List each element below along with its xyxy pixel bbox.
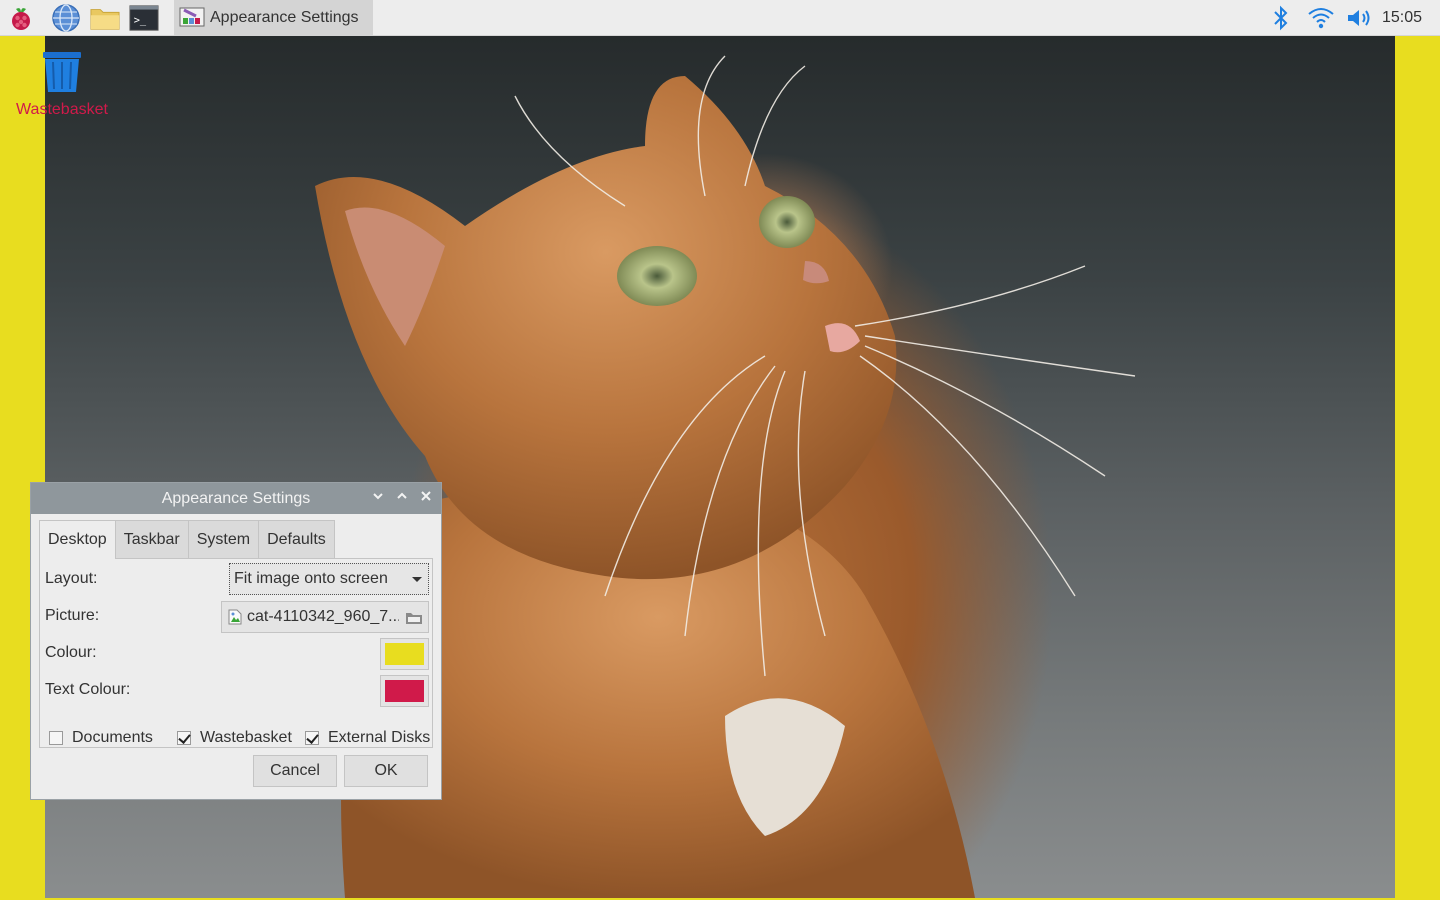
web-browser-icon[interactable]	[51, 3, 81, 33]
text-colour-picker-button[interactable]	[380, 675, 429, 707]
external-disks-checkbox-label: External Disks	[328, 729, 431, 746]
clock[interactable]: 15:05	[1382, 0, 1422, 36]
text-colour-label: Text Colour:	[45, 681, 131, 698]
colour-label: Colour:	[45, 644, 97, 661]
appearance-settings-dialog: Appearance Settings Desktop Taskbar Syst…	[30, 482, 442, 800]
ok-button[interactable]: OK	[344, 755, 428, 787]
tab-taskbar[interactable]: Taskbar	[114, 520, 189, 558]
picture-label: Picture:	[45, 607, 100, 624]
appearance-settings-icon	[179, 7, 205, 27]
desktop-icon-label: Wastebasket	[16, 101, 108, 118]
taskbar-window-title: Appearance Settings	[210, 9, 359, 26]
wastebasket-checkbox[interactable]: Wastebasket	[177, 729, 292, 747]
text-colour-swatch	[385, 680, 424, 702]
file-manager-icon[interactable]	[90, 3, 120, 33]
picture-file-name: cat-4110342_960_7...	[247, 608, 399, 625]
wastebasket-checkbox-label: Wastebasket	[200, 729, 292, 746]
external-disks-checkbox[interactable]: External Disks	[305, 729, 430, 747]
tab-defaults[interactable]: Defaults	[258, 520, 335, 558]
chevron-up-icon	[397, 492, 407, 499]
minimize-button[interactable]	[369, 489, 387, 507]
maximize-button[interactable]	[393, 489, 411, 507]
terminal-icon[interactable]: >_	[129, 3, 159, 33]
tab-desktop[interactable]: Desktop	[39, 520, 116, 559]
picture-file-chooser[interactable]: cat-4110342_960_7...	[221, 601, 429, 633]
colour-swatch	[385, 643, 424, 665]
settings-tabs: Desktop Taskbar System Defaults	[39, 520, 335, 559]
documents-checkbox-label: Documents	[72, 729, 153, 746]
volume-icon[interactable]	[1344, 0, 1376, 36]
documents-checkbox[interactable]: Documents	[49, 729, 153, 747]
wifi-icon[interactable]	[1305, 0, 1337, 36]
desktop-tab-panel: Layout: Fit image onto screen Picture: c…	[39, 558, 433, 748]
dialog-titlebar[interactable]: Appearance Settings	[31, 483, 441, 514]
bluetooth-icon[interactable]	[1268, 0, 1294, 36]
close-icon	[421, 491, 431, 501]
checkbox-box[interactable]	[305, 731, 319, 745]
checkbox-box[interactable]	[49, 731, 63, 745]
raspberry-menu-icon[interactable]	[6, 3, 36, 33]
terminal-prompt-glyph: >_	[134, 15, 147, 27]
close-button[interactable]	[417, 489, 435, 507]
folder-open-icon	[406, 613, 422, 624]
taskbar-window-button[interactable]: Appearance Settings	[174, 0, 373, 36]
dropdown-arrow-icon	[412, 577, 422, 582]
layout-dropdown-value: Fit image onto screen	[234, 570, 388, 587]
image-file-icon	[228, 609, 242, 625]
colour-picker-button[interactable]	[380, 638, 429, 670]
desktop-icon-wastebasket[interactable]: Wastebasket	[14, 50, 110, 119]
cancel-button[interactable]: Cancel	[253, 755, 337, 787]
tab-system[interactable]: System	[187, 520, 260, 558]
chevron-down-icon	[373, 493, 383, 500]
layout-dropdown[interactable]: Fit image onto screen	[229, 563, 429, 595]
layout-label: Layout:	[45, 570, 98, 587]
wastebasket-icon	[43, 52, 81, 92]
checkbox-box[interactable]	[177, 731, 191, 745]
taskbar: >_ Appearance Settings 15:05	[0, 0, 1440, 36]
